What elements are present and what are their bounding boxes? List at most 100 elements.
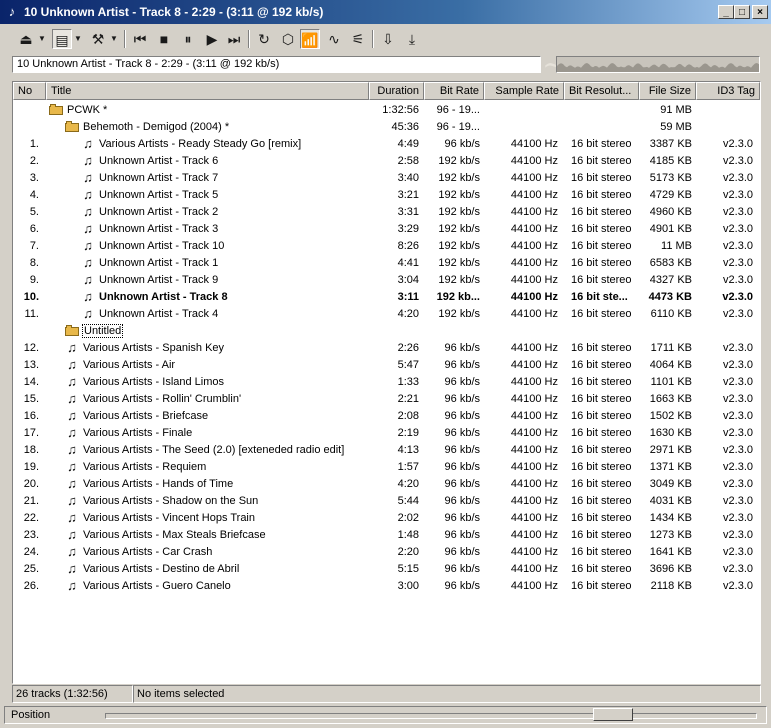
play-icon[interactable]: ▶ — [202, 29, 222, 49]
bit-rate: 96 kb/s — [444, 393, 480, 405]
track-row[interactable]: 12. ♫ Various Artists - Spanish Key 2:26 96 … — [13, 340, 760, 357]
file-size: 3049 KB — [649, 478, 692, 490]
repeat-icon[interactable]: ↻ — [254, 29, 274, 49]
track-row[interactable]: 18. ♫ Various Artists - The Seed (2.0) [ex… — [13, 442, 760, 459]
stop-icon[interactable]: ■ — [154, 29, 174, 49]
id3-tag: v2.3.0 — [723, 308, 753, 320]
mixer-icon[interactable]: ⚟ — [348, 29, 368, 49]
column-header[interactable]: Bit Rate — [424, 82, 484, 100]
position-label: Position — [11, 709, 51, 721]
id3-tag: v2.3.0 — [723, 495, 753, 507]
previous-track-icon[interactable]: ⏮ — [130, 29, 150, 49]
sample-rate: 44100 Hz — [510, 512, 558, 524]
track-row[interactable]: 5. ♫ Unknown Artist - Track 2 3:31 192 kb/s 4… — [13, 204, 760, 221]
eject-icon[interactable]: ⏏ — [16, 29, 36, 49]
position-track[interactable] — [105, 713, 757, 719]
file-size: 11 MB — [661, 240, 692, 252]
group-row[interactable]: Behemoth - Demigod (2004) * 45:36 96 - 19.… — [13, 119, 760, 136]
duration: 2:08 — [397, 410, 419, 422]
track-row[interactable]: 7. ♫ Unknown Artist - Track 10 8:26 192 kb/s… — [13, 238, 760, 255]
track-number: 23. — [23, 529, 39, 541]
position-slider-thumb[interactable] — [593, 708, 633, 721]
duration: 5:44 — [397, 495, 419, 507]
column-header[interactable]: Title — [46, 82, 369, 100]
column-header[interactable]: No — [13, 82, 46, 100]
toolbar-separator — [372, 30, 374, 48]
music-file-icon: ♫ — [83, 136, 93, 151]
bit-resolution: 16 bit stereo — [571, 223, 632, 235]
track-row[interactable]: 14. ♫ Various Artists - Island Limos 1:33 96… — [13, 374, 760, 391]
track-number: 25. — [23, 563, 39, 575]
column-header[interactable]: Bit Resolut... — [564, 82, 639, 100]
track-row[interactable]: 10. ♫ Unknown Artist - Track 8 3:11 192 kb..… — [13, 289, 760, 306]
track-row[interactable]: 16. ♫ Various Artists - Briefcase 2:08 96 kb… — [13, 408, 760, 425]
tools-icon[interactable]: ⚒ — [88, 29, 108, 49]
download-to-tray-icon[interactable]: ⤓ — [402, 29, 422, 49]
tools-dropdown-chevron-down-icon[interactable]: ▼ — [110, 29, 118, 49]
playlist-grid[interactable]: No Title Duration Bit Rate Sample Rate Bit Re… — [12, 81, 761, 684]
music-file-icon: ♫ — [67, 561, 77, 576]
sample-rate: 44100 Hz — [510, 546, 558, 558]
bit-resolution: 16 bit stereo — [571, 393, 632, 405]
spectrum-icon[interactable]: 📶 — [300, 29, 320, 49]
download-icon[interactable]: ⇩ — [378, 29, 398, 49]
track-row[interactable]: 23. ♫ Various Artists - Max Steals Briefca… — [13, 527, 760, 544]
group-row[interactable]: PCWK * 1:32:56 96 - 19... 91 MB — [13, 102, 760, 119]
title-bar[interactable]: ♪ 10 Unknown Artist - Track 8 - 2:29 - (… — [0, 0, 771, 24]
playlist-menu-icon[interactable]: ▤ — [52, 29, 72, 49]
column-header[interactable]: Duration — [369, 82, 424, 100]
waveform-icon[interactable]: ∿ — [324, 29, 344, 49]
maximize-button[interactable]: □ — [734, 5, 750, 19]
id3-tag: v2.3.0 — [723, 376, 753, 388]
minimize-button[interactable]: _ — [718, 5, 734, 19]
track-row[interactable]: 26. ♫ Various Artists - Guero Canelo 3:00 96… — [13, 578, 760, 595]
track-row[interactable]: 19. ♫ Various Artists - Requiem 1:57 96 kb/s… — [13, 459, 760, 476]
track-row[interactable]: 13. ♫ Various Artists - Air 5:47 96 kb/s 4410… — [13, 357, 760, 374]
track-row[interactable]: 9. ♫ Unknown Artist - Track 9 3:04 192 kb/s 4… — [13, 272, 760, 289]
music-file-icon: ♫ — [67, 340, 77, 355]
bit-resolution: 16 bit ste... — [571, 291, 628, 303]
track-row[interactable]: 21. ♫ Various Artists - Shadow on the Sun 5… — [13, 493, 760, 510]
track-number: 4. — [29, 189, 39, 201]
bit-rate: 96 kb/s — [444, 376, 480, 388]
music-file-icon: ♫ — [67, 544, 77, 559]
bit-rate: 192 kb/s — [438, 257, 480, 269]
file-size: 1711 KB — [650, 342, 692, 354]
close-button[interactable]: × — [752, 5, 768, 19]
column-header[interactable]: ID3 Tag — [696, 82, 760, 100]
music-file-icon: ♫ — [67, 374, 77, 389]
next-track-icon[interactable]: ⏭ — [224, 29, 244, 49]
track-row[interactable]: 24. ♫ Various Artists - Car Crash 2:20 96 kb… — [13, 544, 760, 561]
track-row[interactable]: 15. ♫ Various Artists - Rollin' Crumblin' 2… — [13, 391, 760, 408]
track-row[interactable]: 22. ♫ Various Artists - Vincent Hops Train… — [13, 510, 760, 527]
track-row[interactable]: 1. ♫ Various Artists - Ready Steady Go [re… — [13, 136, 760, 153]
duration: 2:20 — [397, 546, 419, 558]
id3-tag: v2.3.0 — [723, 189, 753, 201]
music-file-icon: ♫ — [67, 493, 77, 508]
group-row[interactable]: Untitled — [13, 323, 760, 340]
track-row[interactable]: 8. ♫ Unknown Artist - Track 1 4:41 192 kb/s 4… — [13, 255, 760, 272]
playlist-dropdown-chevron-down-icon[interactable]: ▼ — [74, 29, 82, 49]
music-file-icon: ♫ — [67, 527, 77, 542]
track-row[interactable]: 25. ♫ Various Artists - Destino de Abril 5:… — [13, 561, 760, 578]
track-row[interactable]: 4. ♫ Unknown Artist - Track 5 3:21 192 kb/s 4… — [13, 187, 760, 204]
track-row[interactable]: 11. ♫ Unknown Artist - Track 4 4:20 192 kb/s… — [13, 306, 760, 323]
track-row[interactable]: 17. ♫ Various Artists - Finale 2:19 96 kb/s 4… — [13, 425, 760, 442]
visualization-display[interactable] — [556, 56, 760, 73]
bit-rate: 192 kb/s — [438, 308, 480, 320]
bit-rate: 96 kb/s — [444, 495, 480, 507]
bit-resolution: 16 bit stereo — [571, 240, 632, 252]
pause-icon[interactable]: ⏸ — [178, 29, 198, 49]
cube-icon[interactable]: ⬡ — [278, 29, 298, 49]
eject-dropdown-chevron-down-icon[interactable]: ▼ — [38, 29, 46, 49]
music-file-icon: ♫ — [67, 459, 77, 474]
file-size: 4064 KB — [649, 359, 692, 371]
bit-rate: 192 kb/s — [438, 189, 480, 201]
track-row[interactable]: 2. ♫ Unknown Artist - Track 6 2:58 192 kb/s 4… — [13, 153, 760, 170]
column-header[interactable]: File Size — [639, 82, 696, 100]
column-header[interactable]: Sample Rate — [484, 82, 564, 100]
track-row[interactable]: 3. ♫ Unknown Artist - Track 7 3:40 192 kb/s 4… — [13, 170, 760, 187]
track-row[interactable]: 6. ♫ Unknown Artist - Track 3 3:29 192 kb/s 4… — [13, 221, 760, 238]
track-row[interactable]: 20. ♫ Various Artists - Hands of Time 4:20 9… — [13, 476, 760, 493]
sample-rate: 44100 Hz — [510, 189, 558, 201]
